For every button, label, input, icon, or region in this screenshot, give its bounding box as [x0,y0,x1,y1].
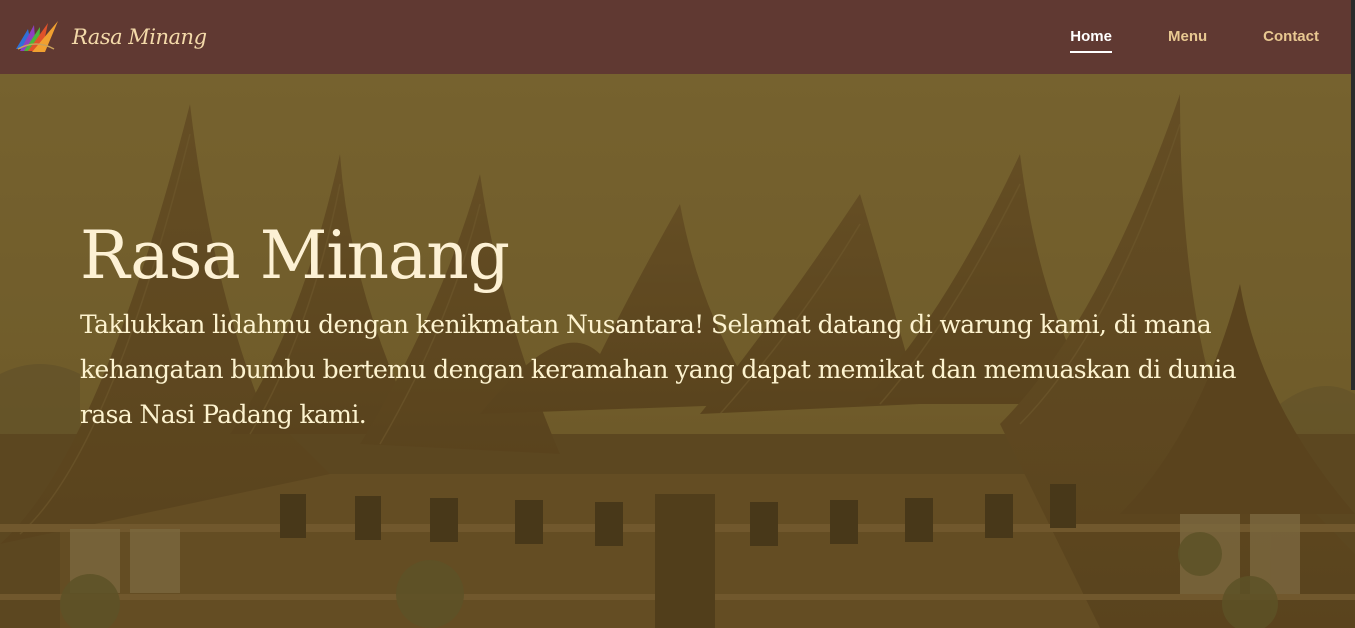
nav-contact-label: Contact [1263,27,1319,45]
hero-title: Rasa Minang [80,217,510,294]
hero-content: Rasa Minang Taklukkan lidahmu dengan ken… [80,216,1260,437]
nav-menu-label: Menu [1167,27,1208,45]
nav-menu-link[interactable]: Menu [1168,22,1207,53]
brand-link[interactable]: Rasa Minang [14,19,207,55]
navbar: Rasa Minang Home Menu Contact [0,0,1355,74]
nav-home-label: Home [1070,27,1112,45]
nav-active-underline [1070,50,1112,53]
page-scrollbar[interactable] [1351,0,1355,390]
brand-name: Rasa Minang [72,25,207,49]
fan-logo-icon [14,19,60,55]
nav-contact-link[interactable]: Contact [1263,22,1319,53]
hero-section: Rasa Minang Taklukkan lidahmu dengan ken… [0,74,1355,628]
hero-description: Taklukkan lidahmu dengan kenikmatan Nusa… [80,310,1237,429]
nav-links: Home Menu Contact [1070,0,1355,74]
nav-home-link[interactable]: Home [1070,22,1112,53]
